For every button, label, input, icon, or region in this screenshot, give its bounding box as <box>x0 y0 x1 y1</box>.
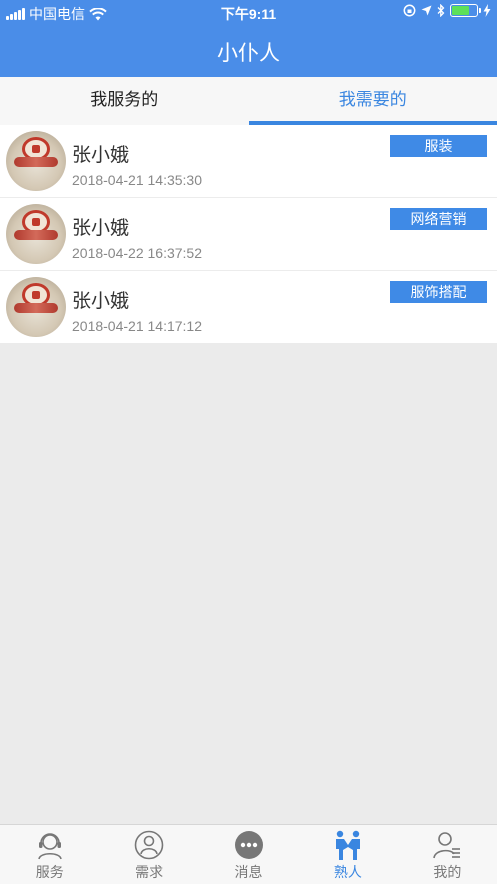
bottom-tab-label: 服务 <box>35 864 64 880</box>
message-dots-icon <box>234 831 263 859</box>
user-circle-icon <box>134 830 164 860</box>
page-title: 小仆人 <box>217 42 280 65</box>
list-item[interactable]: 张小娥 2018-04-21 14:17:12 服饰搭配 <box>0 271 497 343</box>
bottom-tab-services[interactable]: 服务 <box>0 825 99 884</box>
avatar <box>6 277 66 337</box>
bottom-tab-acquaintances[interactable]: 熟人 <box>298 825 397 884</box>
battery-icon <box>450 4 481 17</box>
location-icon <box>421 5 432 16</box>
bottom-tab-bar: 服务 需求 消息 熟人 我的 <box>0 824 497 884</box>
avatar <box>6 204 66 264</box>
bluetooth-icon <box>437 4 445 17</box>
customer-service-icon <box>37 833 62 860</box>
category-tag: 网络营销 <box>390 208 487 230</box>
nav-bar: 小仆人 <box>0 24 497 77</box>
status-right <box>403 4 491 17</box>
list-item[interactable]: 张小娥 2018-04-22 16:37:52 网络营销 <box>0 198 497 271</box>
tab-my-needs[interactable]: 我需要的 <box>248 77 497 125</box>
timestamp: 2018-04-21 14:35:30 <box>72 172 202 188</box>
contact-name: 张小娥 <box>72 291 130 312</box>
bottom-tab-label: 需求 <box>135 864 164 880</box>
contact-list: 张小娥 2018-04-21 14:35:30 服装 张小娥 2018-04-2… <box>0 125 497 343</box>
bottom-tab-messages[interactable]: 消息 <box>199 825 298 884</box>
avatar <box>6 131 66 191</box>
timestamp: 2018-04-21 14:17:12 <box>72 318 202 334</box>
list-item[interactable]: 张小娥 2018-04-21 14:35:30 服装 <box>0 125 497 198</box>
rotation-lock-icon <box>403 4 416 17</box>
bottom-tab-mine[interactable]: 我的 <box>398 825 497 884</box>
profile-icon <box>433 832 461 859</box>
category-tag: 服饰搭配 <box>390 281 487 303</box>
contact-name: 张小娥 <box>72 218 130 239</box>
bottom-tab-label: 消息 <box>234 864 263 880</box>
bottom-tab-label: 熟人 <box>333 864 362 880</box>
timestamp: 2018-04-22 16:37:52 <box>72 245 202 261</box>
category-tag: 服装 <box>390 135 487 157</box>
bottom-tab-label: 我的 <box>433 864 462 880</box>
handshake-icon <box>335 830 360 860</box>
status-bar: 中国电信 下午9:11 <box>0 0 497 24</box>
bottom-tab-needs[interactable]: 需求 <box>99 825 198 884</box>
charging-icon <box>483 4 491 17</box>
tab-bar: 我服务的 我需要的 <box>0 77 497 125</box>
contact-name: 张小娥 <box>72 145 130 166</box>
tab-my-services[interactable]: 我服务的 <box>0 77 249 125</box>
